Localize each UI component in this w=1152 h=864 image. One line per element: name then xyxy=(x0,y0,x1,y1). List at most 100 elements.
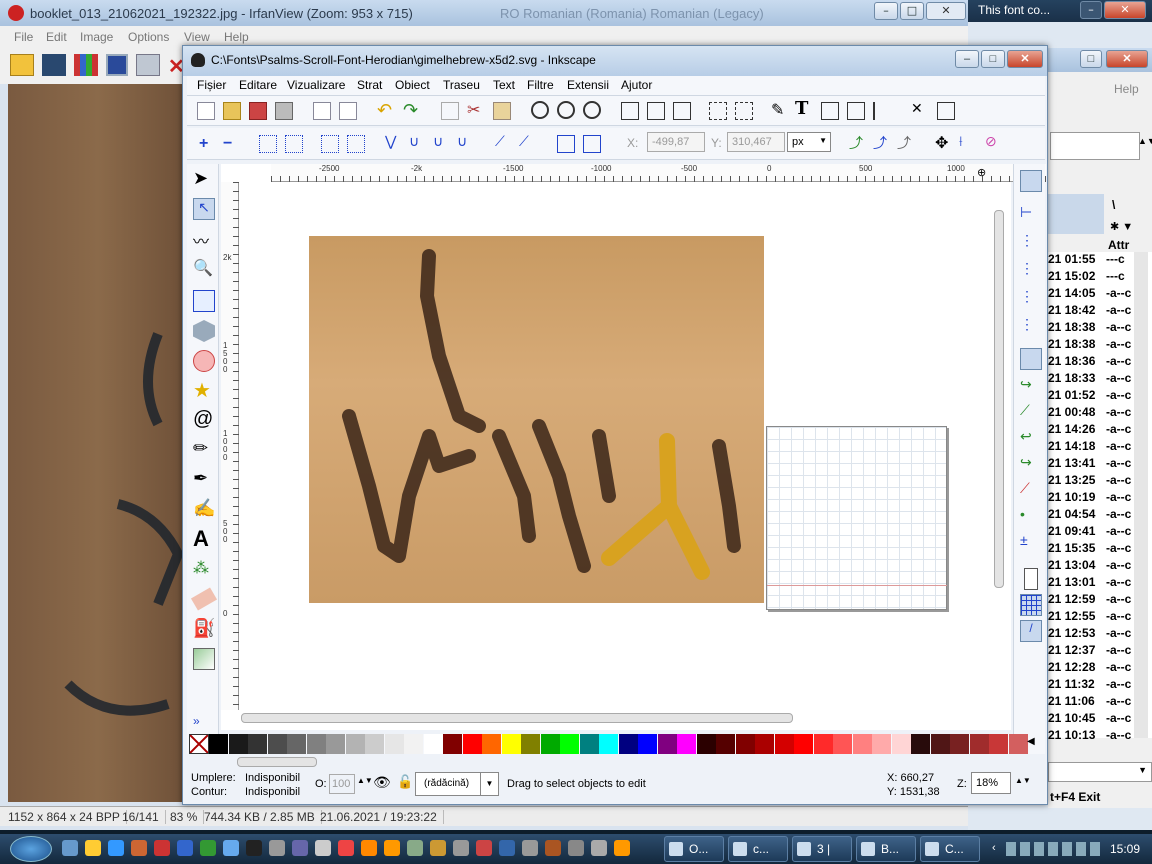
color-swatch[interactable] xyxy=(423,734,443,754)
spiral-tool-icon[interactable]: @ xyxy=(193,408,215,430)
menu-filtre[interactable]: Filtre xyxy=(527,78,554,92)
path-effect-icon[interactable]: ⤴ xyxy=(897,133,915,151)
zoom-page-icon[interactable] xyxy=(583,101,601,119)
file-list-row[interactable]: 21 14:26 -a--c xyxy=(1048,422,1134,439)
group-icon[interactable] xyxy=(709,102,727,120)
irfan-menu-edit[interactable]: Edit xyxy=(46,30,67,44)
unknown-icon[interactable] xyxy=(315,840,331,856)
snap-paths-icon[interactable]: ↪ xyxy=(1020,376,1042,398)
color-swatch[interactable] xyxy=(560,734,579,754)
bucket-tool-icon[interactable]: ⛽ xyxy=(193,618,215,640)
unlink-clone-icon[interactable] xyxy=(673,102,691,120)
snap-page-border-icon[interactable] xyxy=(1024,568,1038,590)
file-list-row[interactable]: 21 12:28 -a--c xyxy=(1048,660,1134,677)
color-swatch[interactable] xyxy=(833,734,852,754)
print-icon[interactable] xyxy=(275,102,293,120)
clip-icon[interactable]: ⊘ xyxy=(985,133,1003,151)
snap-rotation-center-icon[interactable]: ± xyxy=(1020,532,1042,554)
ellipse-tool-icon[interactable] xyxy=(193,350,215,372)
import-icon[interactable] xyxy=(313,102,331,120)
file-list-titlebar[interactable]: □ ✕ xyxy=(1048,48,1152,72)
color-swatch[interactable] xyxy=(482,734,501,754)
taskbar-button[interactable]: c... xyxy=(728,836,788,862)
snap-smooth-icon[interactable]: ↪ xyxy=(1020,454,1042,476)
opacity-field[interactable]: 100 xyxy=(329,774,355,794)
show-handles-icon[interactable]: ⤴ xyxy=(849,133,867,151)
color-swatch[interactable] xyxy=(716,734,735,754)
color-swatch[interactable] xyxy=(579,734,599,754)
glyph-grid-page[interactable] xyxy=(766,426,947,610)
horizontal-scroll-thumb[interactable] xyxy=(241,713,793,723)
fill-stroke-icon[interactable]: ✎ xyxy=(771,100,789,119)
show-desktop-icon[interactable] xyxy=(62,840,78,856)
snap-midpoints-icon[interactable]: ⟋ xyxy=(1020,480,1042,502)
open-folder-icon[interactable] xyxy=(10,54,34,76)
file-list-row[interactable]: 21 10:45 -a--c xyxy=(1048,711,1134,728)
taskbar-button[interactable]: 3 | xyxy=(792,836,852,862)
color-swatch[interactable] xyxy=(911,734,930,754)
snap-centers-icon[interactable]: • xyxy=(1020,506,1042,528)
snap-intersections-icon[interactable]: ⟋ xyxy=(1020,402,1042,424)
file-list-input[interactable] xyxy=(1050,132,1140,160)
explorer-icon[interactable] xyxy=(85,840,101,856)
calligraphy-tool-icon[interactable]: ✍ xyxy=(193,498,215,520)
color-swatch[interactable] xyxy=(618,734,638,754)
app-icon[interactable] xyxy=(568,840,584,856)
column-header-name[interactable] xyxy=(1048,194,1104,234)
xml-editor-icon[interactable] xyxy=(847,102,865,120)
color-swatch[interactable] xyxy=(696,734,716,754)
file-list-row[interactable]: 21 12:59 -a--c xyxy=(1048,592,1134,609)
palette-scrollbar[interactable] xyxy=(231,756,1015,768)
tray-expand-icon[interactable]: ‹ xyxy=(992,842,996,854)
zoom-spin-icon[interactable]: ▲▼ xyxy=(1015,776,1031,785)
color-swatch[interactable] xyxy=(677,734,696,754)
smooth-node-icon[interactable]: ∪ xyxy=(409,133,427,151)
file-list-row[interactable]: 21 12:55 -a--c xyxy=(1048,609,1134,626)
snap-grid-icon[interactable] xyxy=(1020,594,1042,616)
app-icon[interactable] xyxy=(499,840,515,856)
color-swatch[interactable] xyxy=(365,734,384,754)
start-button[interactable] xyxy=(10,836,52,862)
irfan-close-button[interactable]: ✕ xyxy=(926,2,966,20)
text-tool-icon[interactable]: A xyxy=(193,526,215,551)
vertical-scrollbar[interactable] xyxy=(991,210,1007,710)
file-list-help[interactable]: Help xyxy=(1114,82,1139,96)
tweak-tool-icon[interactable]: 〰 xyxy=(193,228,215,251)
file-list-row[interactable]: 21 10:13 -a--c xyxy=(1048,728,1134,745)
vlc-icon[interactable] xyxy=(614,840,630,856)
vertical-scroll-thumb[interactable] xyxy=(994,210,1004,588)
join-segment-icon[interactable] xyxy=(321,135,339,153)
open-icon[interactable] xyxy=(223,102,241,120)
app-icon[interactable] xyxy=(407,840,423,856)
app-icon[interactable] xyxy=(453,840,469,856)
inkscape-titlebar[interactable]: C:\Fonts\Psalms-Scroll-Font-Herodian\gim… xyxy=(183,46,1047,76)
irfan-menu-image[interactable]: Image xyxy=(80,30,113,44)
file-list-row[interactable]: 21 12:37 -a--c xyxy=(1048,643,1134,660)
snap-guides-icon[interactable]: / xyxy=(1020,620,1042,642)
stroke-value[interactable]: Indisponibil xyxy=(245,786,300,798)
menu-strat[interactable]: Strat xyxy=(357,78,382,92)
app-icon[interactable] xyxy=(430,840,446,856)
app-icon[interactable] xyxy=(522,840,538,856)
color-swatch[interactable] xyxy=(248,734,267,754)
file-list-row[interactable]: 21 11:32 -a--c xyxy=(1048,677,1134,694)
fm-close-button[interactable]: ✕ xyxy=(1104,1,1146,19)
layers-icon[interactable] xyxy=(821,102,839,120)
print-icon[interactable] xyxy=(136,54,160,76)
color-swatch[interactable] xyxy=(1008,734,1028,754)
file-list-scrollbar[interactable] xyxy=(1134,252,1148,738)
cmd-icon[interactable] xyxy=(246,840,262,856)
snap-bbox-corner-icon[interactable]: ⋮ xyxy=(1020,260,1042,282)
file-list-row[interactable]: 21 11:06 -a--c xyxy=(1048,694,1134,711)
cusp-node-icon[interactable]: ⋁ xyxy=(385,133,403,151)
taskbar-button[interactable]: C... xyxy=(920,836,980,862)
snap-bbox-center-icon[interactable]: ⋮ xyxy=(1020,316,1042,338)
opacity-spin-icon[interactable]: ▲▼ xyxy=(357,776,373,785)
color-swatch[interactable] xyxy=(267,734,287,754)
save-icon[interactable] xyxy=(249,102,267,120)
text-font-icon[interactable]: T xyxy=(795,98,813,119)
palette-scroll-thumb[interactable] xyxy=(237,757,317,767)
zoom-corner-icon[interactable]: ⊕ xyxy=(977,166,986,179)
file-list-row[interactable]: 21 09:41 -a--c xyxy=(1048,524,1134,541)
menu-traseu[interactable]: Traseu xyxy=(443,78,480,92)
